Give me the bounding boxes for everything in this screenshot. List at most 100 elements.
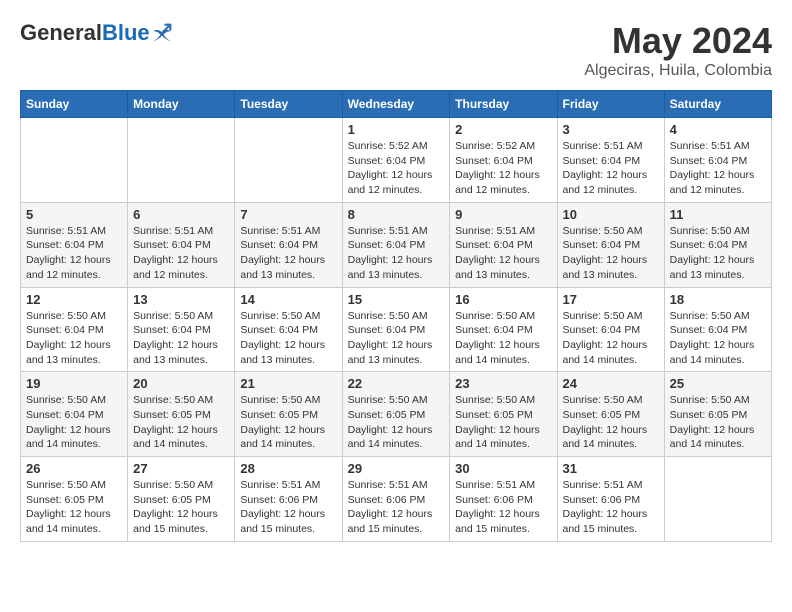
weekday-header-friday: Friday: [557, 91, 664, 118]
day-number: 9: [455, 207, 551, 222]
day-info: Sunrise: 5:50 AM Sunset: 6:04 PM Dayligh…: [563, 224, 659, 283]
weekday-header-monday: Monday: [128, 91, 235, 118]
week-row-2: 5 Sunrise: 5:51 AM Sunset: 6:04 PM Daylig…: [21, 202, 772, 287]
logo: GeneralBlue: [20, 20, 172, 46]
calendar-cell: 6Sunrise: 5:51 AM Sunset: 6:04 PM Daylig…: [128, 202, 235, 287]
day-info: Sunrise: 5:50 AM Sunset: 6:05 PM Dayligh…: [455, 393, 551, 452]
weekday-header-wednesday: Wednesday: [342, 91, 450, 118]
day-info: Sunrise: 5:50 AM Sunset: 6:04 PM Dayligh…: [26, 393, 122, 452]
day-info: Sunrise: 5:50 AM Sunset: 6:04 PM Dayligh…: [240, 309, 336, 368]
calendar-cell: 26 Sunrise: 5:50 AM Sunset: 6:05 PM Dayli…: [21, 457, 128, 542]
day-number: 2: [455, 122, 551, 137]
day-number: 18: [670, 292, 766, 307]
day-number: 5: [26, 207, 122, 222]
calendar-cell: 2 Sunrise: 5:52 AM Sunset: 6:04 PM Daylig…: [450, 118, 557, 203]
calendar-cell: 1 Sunrise: 5:52 AM Sunset: 6:04 PM Daylig…: [342, 118, 450, 203]
day-number: 7: [240, 207, 336, 222]
location-subtitle: Algeciras, Huila, Colombia: [584, 62, 772, 80]
calendar-cell: [664, 457, 771, 542]
day-info: Sunrise: 5:50 AM Sunset: 6:05 PM Dayligh…: [26, 478, 122, 537]
day-info: Sunrise: 5:51 AM Sunset: 6:04 PM Dayligh…: [455, 224, 551, 283]
day-number: 15: [348, 292, 445, 307]
day-number: 16: [455, 292, 551, 307]
day-info: Sunrise: 5:50 AM Sunset: 6:05 PM Dayligh…: [133, 478, 229, 537]
day-number: 19: [26, 376, 122, 391]
calendar-cell: 9 Sunrise: 5:51 AM Sunset: 6:04 PM Daylig…: [450, 202, 557, 287]
calendar-cell: 17Sunrise: 5:50 AM Sunset: 6:04 PM Dayli…: [557, 287, 664, 372]
day-number: 25: [670, 376, 766, 391]
calendar-cell: 21 Sunrise: 5:50 AM Sunset: 6:05 PM Dayli…: [235, 372, 342, 457]
weekday-header-row: SundayMondayTuesdayWednesdayThursdayFrid…: [21, 91, 772, 118]
calendar-cell: [235, 118, 342, 203]
calendar-cell: 18 Sunrise: 5:50 AM Sunset: 6:04 PM Dayli…: [664, 287, 771, 372]
day-number: 22: [348, 376, 445, 391]
logo-general: GeneralBlue: [20, 20, 150, 46]
calendar-cell: 11 Sunrise: 5:50 AM Sunset: 6:04 PM Dayli…: [664, 202, 771, 287]
weekday-header-saturday: Saturday: [664, 91, 771, 118]
day-number: 4: [670, 122, 766, 137]
calendar-cell: 16 Sunrise: 5:50 AM Sunset: 6:04 PM Dayli…: [450, 287, 557, 372]
calendar-cell: 31Sunrise: 5:51 AM Sunset: 6:06 PM Dayli…: [557, 457, 664, 542]
calendar-cell: [21, 118, 128, 203]
day-info: Sunrise: 5:51 AM Sunset: 6:06 PM Dayligh…: [563, 478, 659, 537]
day-info: Sunrise: 5:51 AM Sunset: 6:04 PM Dayligh…: [670, 139, 766, 198]
calendar-cell: 23 Sunrise: 5:50 AM Sunset: 6:05 PM Dayli…: [450, 372, 557, 457]
day-info: Sunrise: 5:51 AM Sunset: 6:06 PM Dayligh…: [348, 478, 445, 537]
day-number: 28: [240, 461, 336, 476]
title-area: May 2024 Algeciras, Huila, Colombia: [584, 20, 772, 80]
day-info: Sunrise: 5:51 AM Sunset: 6:04 PM Dayligh…: [563, 139, 659, 198]
day-number: 21: [240, 376, 336, 391]
day-info: Sunrise: 5:50 AM Sunset: 6:05 PM Dayligh…: [133, 393, 229, 452]
day-number: 10: [563, 207, 659, 222]
calendar-cell: 24Sunrise: 5:50 AM Sunset: 6:05 PM Dayli…: [557, 372, 664, 457]
day-info: Sunrise: 5:50 AM Sunset: 6:04 PM Dayligh…: [670, 224, 766, 283]
day-number: 30: [455, 461, 551, 476]
calendar-cell: 7 Sunrise: 5:51 AM Sunset: 6:04 PM Daylig…: [235, 202, 342, 287]
calendar-cell: [128, 118, 235, 203]
week-row-5: 26 Sunrise: 5:50 AM Sunset: 6:05 PM Dayli…: [21, 457, 772, 542]
calendar-cell: 5 Sunrise: 5:51 AM Sunset: 6:04 PM Daylig…: [21, 202, 128, 287]
calendar-cell: 22 Sunrise: 5:50 AM Sunset: 6:05 PM Dayli…: [342, 372, 450, 457]
week-row-3: 12 Sunrise: 5:50 AM Sunset: 6:04 PM Dayli…: [21, 287, 772, 372]
calendar-table: SundayMondayTuesdayWednesdayThursdayFrid…: [20, 90, 772, 542]
day-number: 13: [133, 292, 229, 307]
day-number: 17: [563, 292, 659, 307]
day-info: Sunrise: 5:51 AM Sunset: 6:04 PM Dayligh…: [26, 224, 122, 283]
day-info: Sunrise: 5:51 AM Sunset: 6:06 PM Dayligh…: [455, 478, 551, 537]
day-info: Sunrise: 5:52 AM Sunset: 6:04 PM Dayligh…: [455, 139, 551, 198]
logo-bird-icon: [152, 23, 172, 43]
day-info: Sunrise: 5:51 AM Sunset: 6:06 PM Dayligh…: [240, 478, 336, 537]
calendar-cell: 28 Sunrise: 5:51 AM Sunset: 6:06 PM Dayli…: [235, 457, 342, 542]
day-info: Sunrise: 5:51 AM Sunset: 6:04 PM Dayligh…: [348, 224, 445, 283]
calendar-cell: 30 Sunrise: 5:51 AM Sunset: 6:06 PM Dayli…: [450, 457, 557, 542]
calendar-cell: 27 Sunrise: 5:50 AM Sunset: 6:05 PM Dayli…: [128, 457, 235, 542]
weekday-header-sunday: Sunday: [21, 91, 128, 118]
day-info: Sunrise: 5:50 AM Sunset: 6:05 PM Dayligh…: [563, 393, 659, 452]
day-info: Sunrise: 5:50 AM Sunset: 6:04 PM Dayligh…: [455, 309, 551, 368]
day-info: Sunrise: 5:50 AM Sunset: 6:05 PM Dayligh…: [240, 393, 336, 452]
day-number: 20: [133, 376, 229, 391]
day-info: Sunrise: 5:51 AM Sunset: 6:04 PM Dayligh…: [133, 224, 229, 283]
calendar-cell: 19 Sunrise: 5:50 AM Sunset: 6:04 PM Dayli…: [21, 372, 128, 457]
day-info: Sunrise: 5:50 AM Sunset: 6:04 PM Dayligh…: [26, 309, 122, 368]
weekday-header-thursday: Thursday: [450, 91, 557, 118]
day-number: 23: [455, 376, 551, 391]
day-info: Sunrise: 5:50 AM Sunset: 6:05 PM Dayligh…: [348, 393, 445, 452]
day-number: 3: [563, 122, 659, 137]
day-number: 29: [348, 461, 445, 476]
day-info: Sunrise: 5:51 AM Sunset: 6:04 PM Dayligh…: [240, 224, 336, 283]
calendar-cell: 15 Sunrise: 5:50 AM Sunset: 6:04 PM Dayli…: [342, 287, 450, 372]
day-info: Sunrise: 5:50 AM Sunset: 6:04 PM Dayligh…: [348, 309, 445, 368]
day-number: 12: [26, 292, 122, 307]
day-number: 11: [670, 207, 766, 222]
calendar-cell: 25Sunrise: 5:50 AM Sunset: 6:05 PM Dayli…: [664, 372, 771, 457]
day-info: Sunrise: 5:50 AM Sunset: 6:04 PM Dayligh…: [133, 309, 229, 368]
calendar-cell: 13 Sunrise: 5:50 AM Sunset: 6:04 PM Dayli…: [128, 287, 235, 372]
day-info: Sunrise: 5:50 AM Sunset: 6:04 PM Dayligh…: [670, 309, 766, 368]
day-number: 26: [26, 461, 122, 476]
day-info: Sunrise: 5:52 AM Sunset: 6:04 PM Dayligh…: [348, 139, 445, 198]
day-number: 27: [133, 461, 229, 476]
calendar-cell: 10 Sunrise: 5:50 AM Sunset: 6:04 PM Dayli…: [557, 202, 664, 287]
day-number: 1: [348, 122, 445, 137]
calendar-cell: 29 Sunrise: 5:51 AM Sunset: 6:06 PM Dayli…: [342, 457, 450, 542]
